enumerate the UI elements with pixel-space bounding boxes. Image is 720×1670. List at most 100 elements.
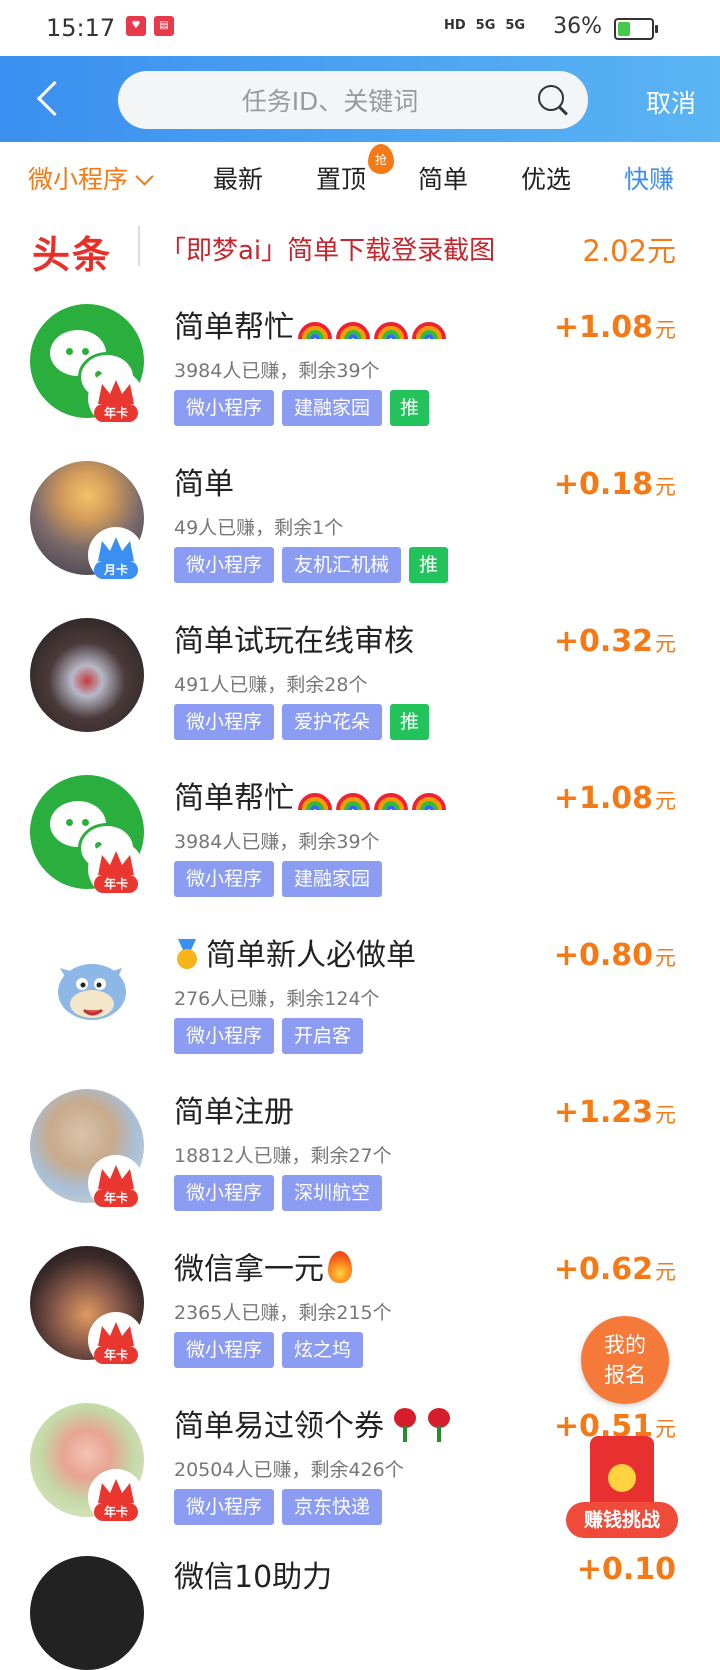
tag: 微小程序 [174, 861, 275, 897]
tag: 京东快递 [282, 1489, 383, 1525]
task-item[interactable]: 简单新人必做单 276人已赚，剩余124个 微小程序 开启客 +0.80元 [0, 918, 720, 1075]
tag: 友机汇机械 [282, 547, 402, 583]
task-title: 简单 [174, 467, 234, 502]
task-reward: +1.08元 [554, 310, 676, 345]
task-reward: +0.80元 [554, 938, 676, 973]
tag: 建融家园 [282, 861, 383, 897]
reward-amount: +0.80 [553, 938, 653, 973]
task-item[interactable]: 年卡 简单帮忙 3984人已赚，剩余39个 微小程序 建融家园 推 +1.08元 [0, 290, 720, 447]
vip-crown-icon: 年卡 [88, 370, 144, 426]
task-item[interactable]: 简单试玩在线审核 491人已赚，剩余28个 微小程序 爱护花朵 推 +0.32元 [0, 604, 720, 761]
task-item[interactable]: 月卡 简单 49人已赚，剩余1个 微小程序 友机汇机械 推 +0.18元 [0, 447, 720, 604]
vip-crown-icon: 年卡 [88, 1155, 144, 1211]
crown-label: 年卡 [94, 1189, 138, 1207]
task-title-text: 简单易过领个券 [174, 1409, 384, 1444]
crown-label: 年卡 [94, 1503, 138, 1521]
crown-label: 年卡 [94, 404, 138, 422]
rainbow-icon [298, 793, 332, 811]
search-bar[interactable] [118, 71, 588, 131]
divider [138, 226, 140, 266]
task-title: 简单帮忙 [174, 302, 446, 346]
task-title: 简单试玩在线审核 [174, 624, 414, 659]
gold-medal-icon [174, 939, 200, 969]
reward-unit: 元 [655, 318, 676, 342]
vip-crown-icon: 年卡 [88, 841, 144, 897]
reward-unit: 元 [655, 789, 676, 813]
coin-icon [608, 1464, 636, 1492]
status-time: 15:17 [46, 14, 116, 42]
tag: 微小程序 [174, 1175, 275, 1211]
notification-app-icon: ▤ [154, 16, 174, 36]
my-signup-button[interactable]: 我的 报名 [581, 1316, 669, 1404]
vip-crown-icon: 年卡 [88, 1469, 144, 1525]
reward-unit: 元 [655, 475, 676, 499]
push-badge: 推 [390, 390, 430, 426]
rainbow-icon [298, 322, 332, 340]
rainbow-icon [412, 793, 446, 811]
category-tabs: 微小程序 最新 置顶 简单 优选 快赚 [0, 142, 720, 214]
task-reward: +0.18元 [554, 467, 676, 502]
push-badge: 推 [390, 704, 430, 740]
reward-amount: +1.08 [553, 310, 653, 345]
headline-text: 「即梦ai」简单下载登录截图 [160, 236, 496, 266]
reward-unit: 元 [655, 1260, 676, 1284]
search-icon[interactable] [538, 85, 566, 113]
task-title-text: 简单新人必做单 [206, 938, 416, 973]
task-meta: 20504人已赚，剩余426个 [174, 1459, 404, 1481]
avatar-photo [30, 1556, 144, 1670]
task-tags: 微小程序 建融家园 [174, 861, 383, 897]
tab-latest[interactable]: 最新 [213, 160, 263, 196]
cancel-button[interactable]: 取消 [646, 84, 696, 120]
task-tags: 微小程序 友机汇机械 推 [174, 547, 449, 583]
tab-quick-earn[interactable]: 快赚 [624, 160, 674, 196]
tag: 炫之坞 [282, 1332, 364, 1368]
task-title: 简单注册 [174, 1095, 294, 1130]
rainbow-icon [336, 793, 370, 811]
rose-icon [426, 1408, 452, 1442]
task-item[interactable]: 年卡 简单注册 18812人已赚，剩余27个 微小程序 深圳航空 +1.23元 [0, 1075, 720, 1232]
task-item[interactable]: 年卡 简单帮忙 3984人已赚，剩余39个 微小程序 建融家园 +1.08元 [0, 761, 720, 918]
avatar-cartoon-cat [30, 932, 144, 1046]
reward-unit: 元 [655, 1103, 676, 1127]
signal-5g-icon: 5G [505, 18, 526, 33]
tag: 深圳航空 [282, 1175, 383, 1211]
earn-challenge-button[interactable]: 赚钱挑战 [566, 1436, 678, 1546]
rainbow-icon [374, 322, 408, 340]
reward-amount: +1.23 [553, 1095, 653, 1130]
status-bar: 15:17 ♥ ▤ HD 5G 5G 36% [0, 0, 720, 56]
task-tags: 微小程序 京东快递 [174, 1489, 383, 1525]
battery-icon [614, 18, 658, 40]
hd-icon: HD [444, 18, 466, 33]
tab-simple[interactable]: 简单 [418, 160, 468, 196]
headline-tag: 头条 [32, 233, 113, 277]
crown-label: 年卡 [94, 1346, 138, 1364]
crown-label: 月卡 [94, 561, 138, 579]
task-title[interactable]: 微信10助力 [174, 1552, 332, 1596]
tab-selected[interactable]: 优选 [521, 160, 571, 196]
back-arrow-icon[interactable] [28, 76, 68, 124]
task-tags: 微小程序 深圳航空 [174, 1175, 383, 1211]
search-input[interactable] [118, 71, 542, 131]
tag: 微小程序 [174, 1332, 275, 1368]
battery-percent: 36% [553, 14, 602, 39]
task-tags: 微小程序 爱护花朵 推 [174, 704, 430, 740]
vip-crown-icon: 月卡 [88, 527, 144, 583]
reward-amount: +1.08 [553, 781, 653, 816]
cartoon-cat-icon [58, 964, 126, 1020]
task-tags: 微小程序 炫之坞 [174, 1332, 364, 1368]
task-meta: 276人已赚，剩余124个 [174, 988, 380, 1010]
task-meta: 49人已赚，剩余1个 [174, 517, 344, 539]
rose-icon [392, 1408, 418, 1442]
fire-icon [328, 1251, 352, 1283]
task-title: 简单新人必做单 [174, 930, 416, 974]
rainbow-icon [374, 793, 408, 811]
signup-label-line2: 报名 [604, 1363, 646, 1387]
task-title: 微信拿一元 [174, 1244, 352, 1288]
notification-app-icon: ♥ [126, 16, 146, 36]
tab-mini-program[interactable]: 微小程序 [28, 160, 154, 196]
tag: 建融家园 [282, 390, 383, 426]
headline-banner[interactable]: 头条 「即梦ai」简单下载登录截图 2.02元 [0, 214, 720, 284]
reward-unit: 元 [655, 946, 676, 970]
tab-pinned[interactable]: 置顶 [316, 160, 366, 196]
reward-amount: +0.62 [553, 1252, 653, 1287]
